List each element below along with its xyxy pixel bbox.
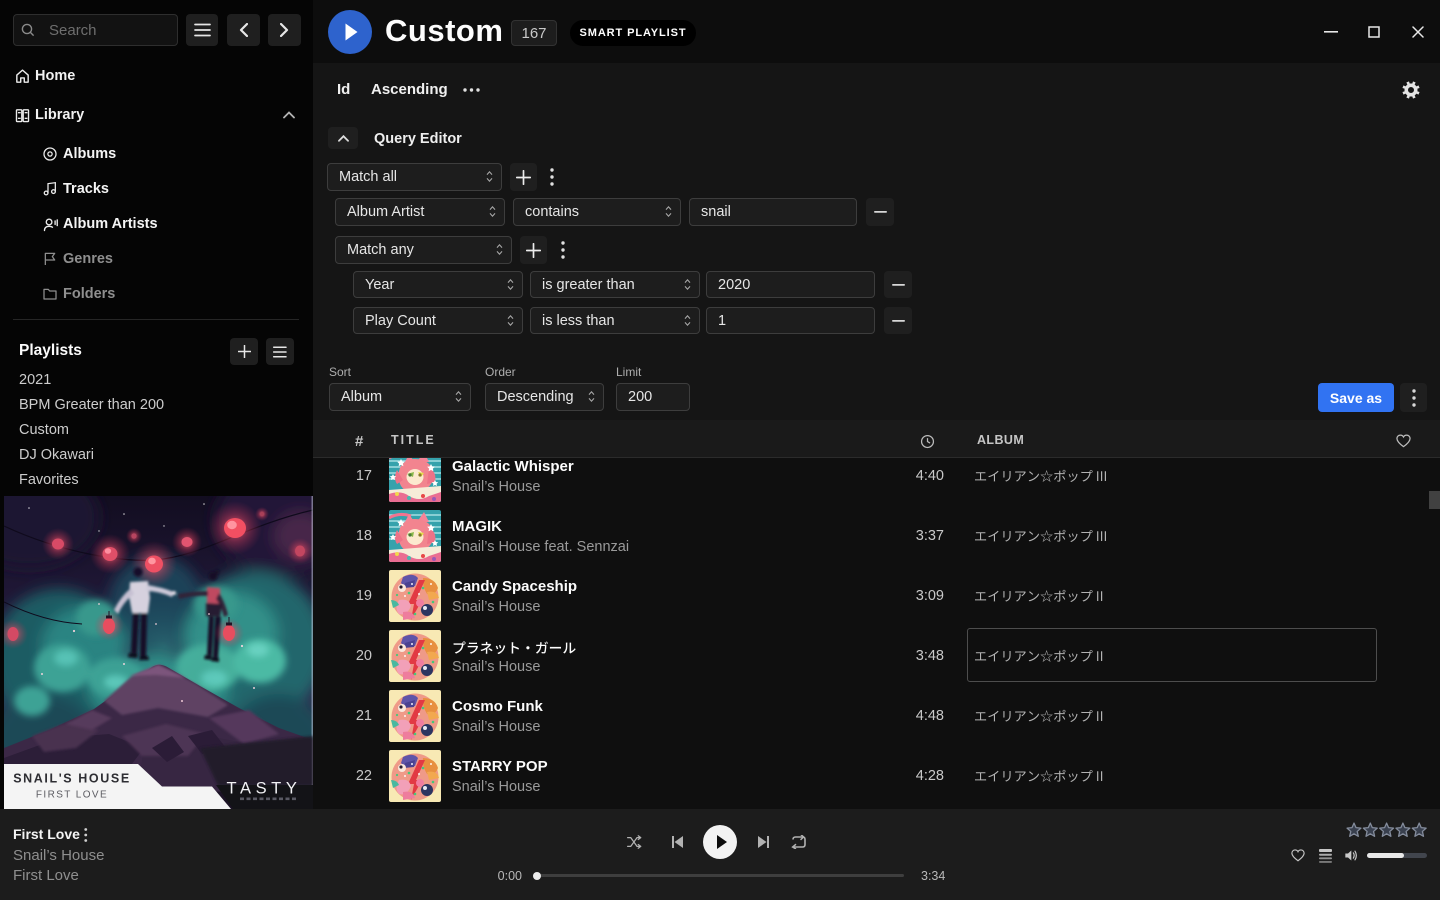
svg-text:SNAIL'S HOUSE: SNAIL'S HOUSE	[13, 772, 131, 786]
svg-text:TASTY: TASTY	[227, 780, 302, 798]
svg-text:FIRST LOVE: FIRST LOVE	[36, 790, 108, 801]
